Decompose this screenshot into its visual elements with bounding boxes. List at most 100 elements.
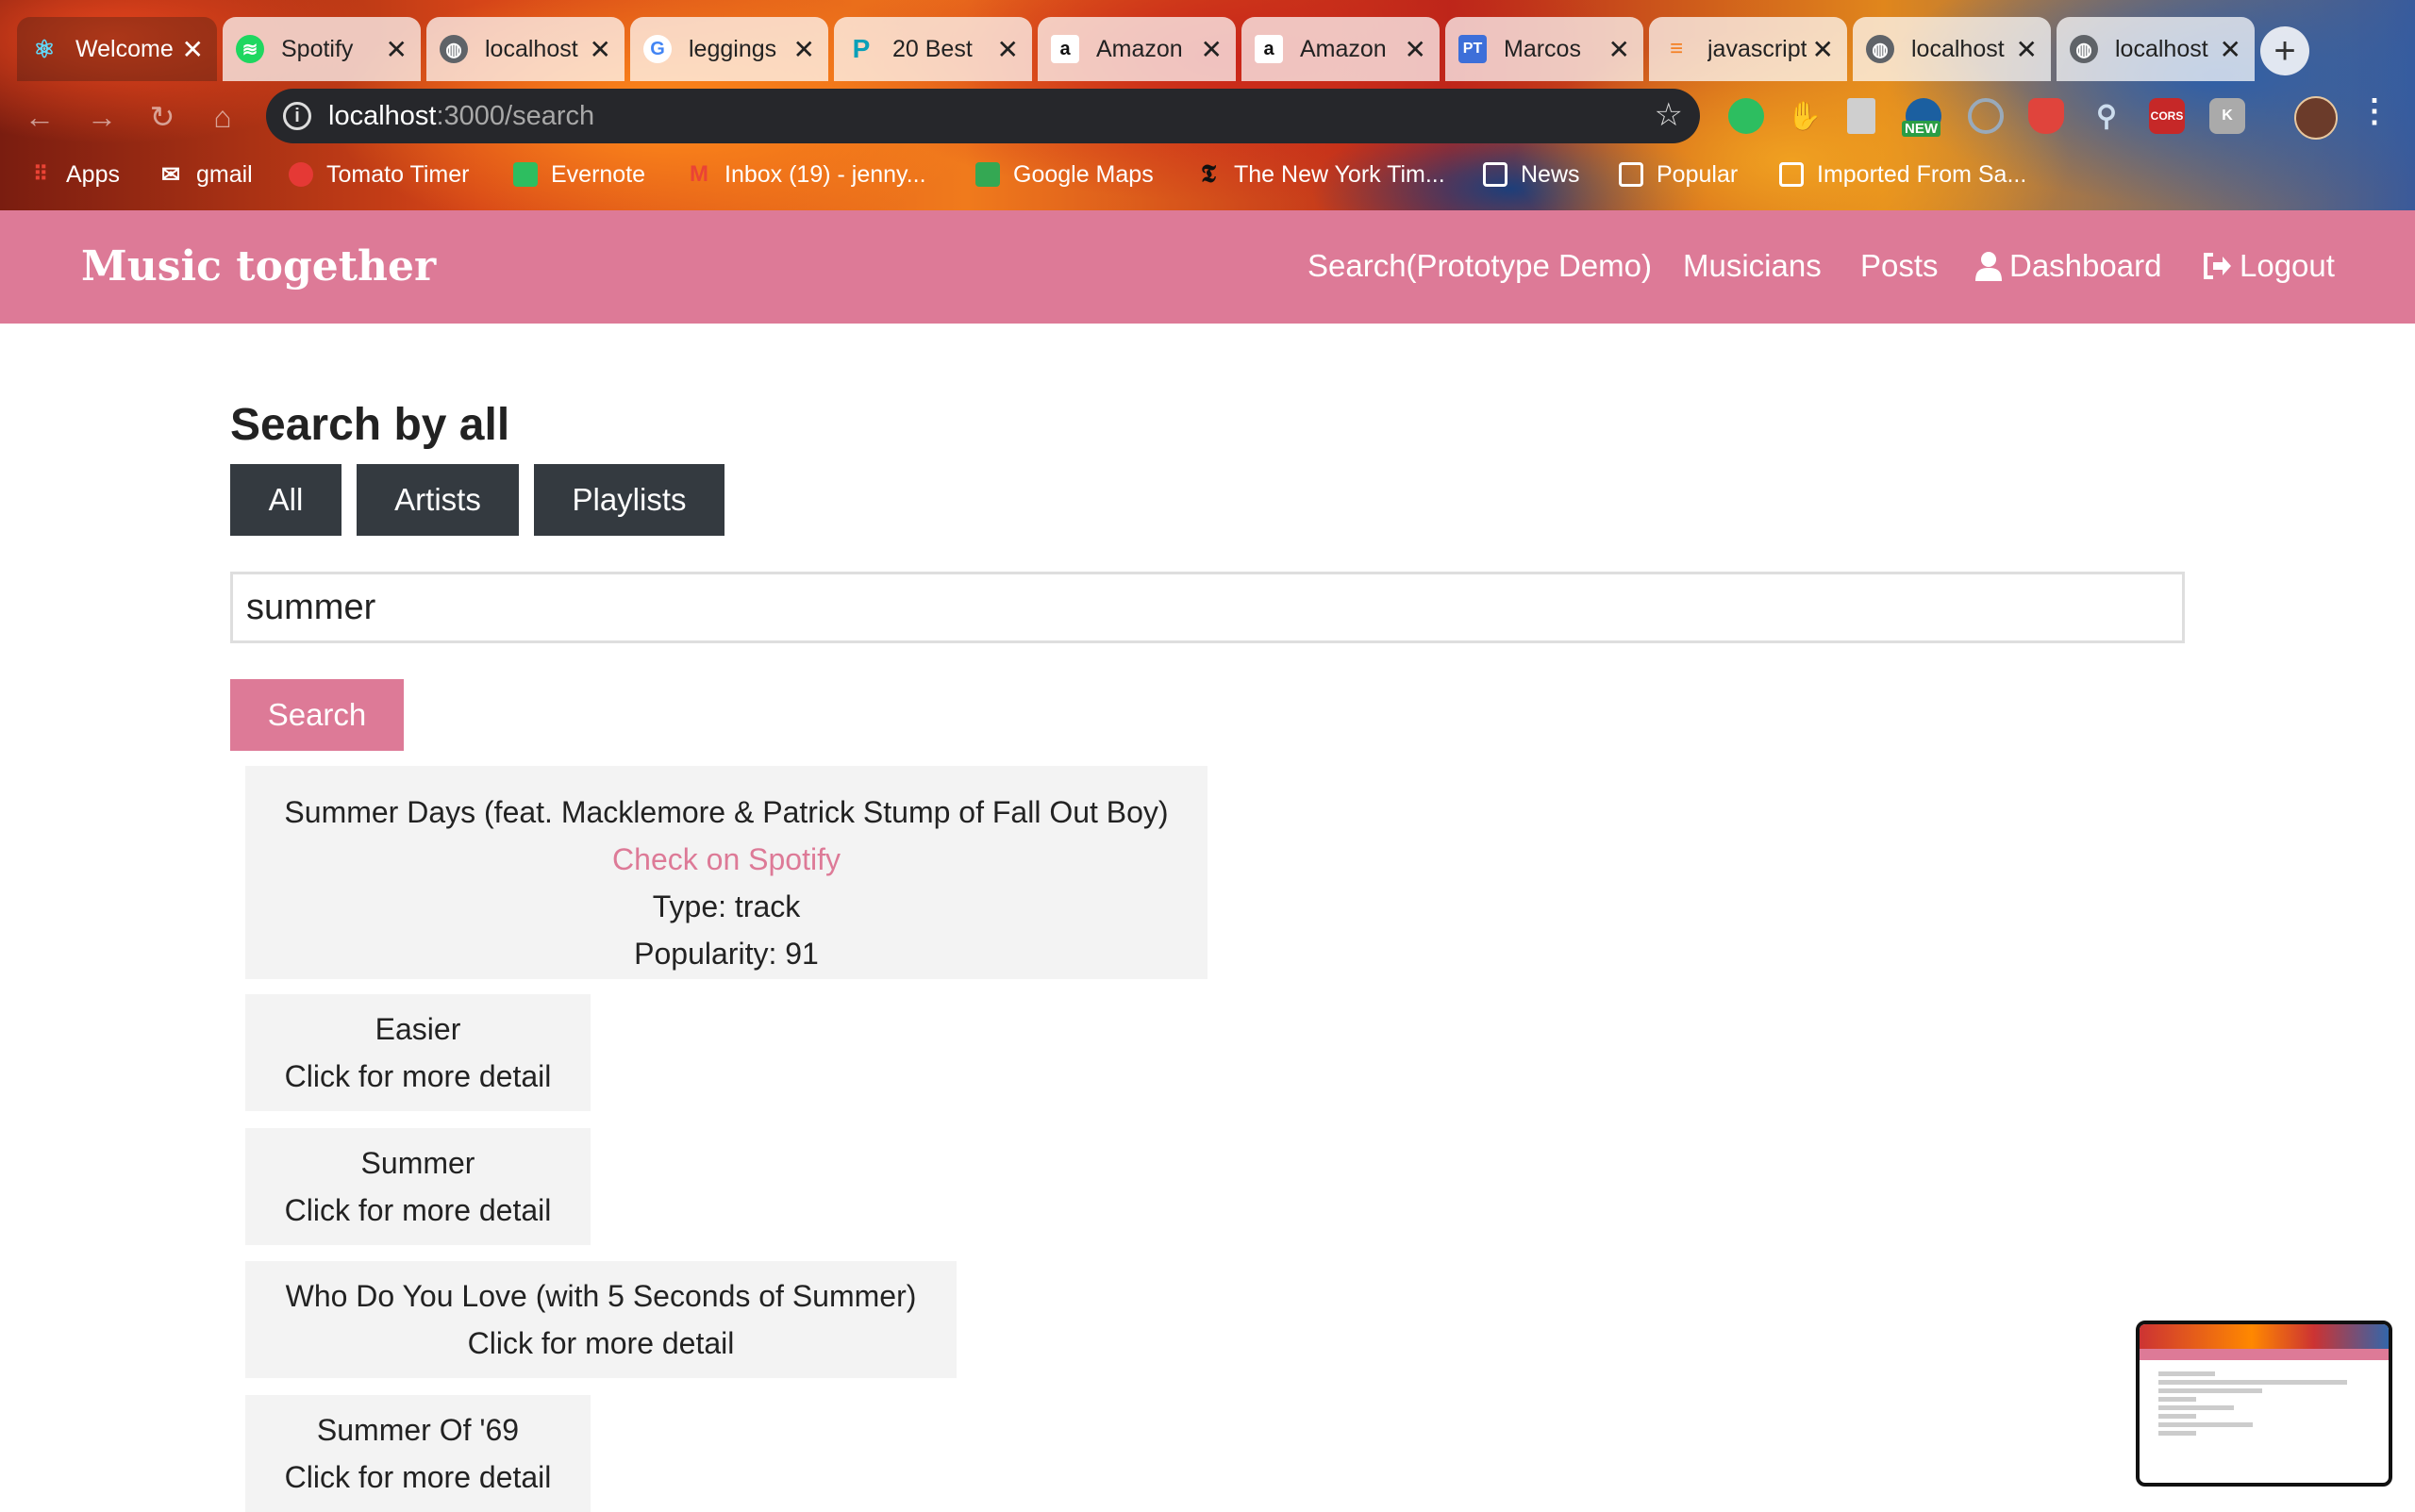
close-tab-icon[interactable]: ✕ xyxy=(2016,34,2038,65)
tab-amazon-2[interactable]: a Amazon ✕ xyxy=(1241,17,1440,81)
search-ext-icon[interactable]: ⚲ xyxy=(2089,98,2124,134)
site-navbar: Music together Search(Prototype Demo) Mu… xyxy=(0,210,2415,324)
bookmark-nyt[interactable]: 𝕿 The New York Tim... xyxy=(1196,158,1445,191)
tab-localhost[interactable]: ◍ localhost ✕ xyxy=(426,17,625,81)
more-detail-link[interactable]: Click for more detail xyxy=(245,1053,591,1100)
spotify-icon: ≋ xyxy=(236,35,264,63)
tab-leggings[interactable]: G leggings ✕ xyxy=(630,17,828,81)
bookmark-folder-imported[interactable]: Imported From Sa... xyxy=(1779,158,2026,191)
bookmark-folder-news[interactable]: News xyxy=(1483,158,1580,191)
nav-musicians[interactable]: Musicians xyxy=(1683,248,1822,284)
bookmark-google-maps[interactable]: Google Maps xyxy=(975,158,1154,191)
result-card[interactable]: Summer Of '69 Click for more detail xyxy=(245,1395,591,1512)
hand-ext-icon[interactable]: ✋ xyxy=(1787,98,1823,134)
k-ext-icon[interactable]: K xyxy=(2209,98,2245,134)
tab-title: localhost xyxy=(1911,35,2005,62)
globe-icon: ◍ xyxy=(440,35,468,63)
globe-icon: ◍ xyxy=(2070,35,2098,63)
result-card[interactable]: Summer Days (feat. Macklemore & Patrick … xyxy=(245,766,1208,979)
spotify-link[interactable]: Check on Spotify xyxy=(245,836,1208,883)
result-card[interactable]: Who Do You Love (with 5 Seconds of Summe… xyxy=(245,1261,957,1378)
screenshot-thumbnail[interactable] xyxy=(2136,1321,2392,1487)
result-title: Easier xyxy=(375,1012,461,1046)
url-text[interactable]: localhost:3000/search xyxy=(328,101,594,132)
eye-ext-icon[interactable] xyxy=(1968,98,2004,134)
bookmark-tomato-timer[interactable]: Tomato Timer xyxy=(289,158,469,191)
close-tab-icon[interactable]: ✕ xyxy=(1405,34,1426,65)
tab-title: Spotify xyxy=(281,35,354,62)
back-arrow-icon[interactable]: ← xyxy=(19,96,60,138)
react-icon: ⚛ xyxy=(33,34,56,63)
bookmark-label: Evernote xyxy=(551,160,646,188)
evernote-ext-icon[interactable] xyxy=(1728,98,1764,134)
home-icon[interactable]: ⌂ xyxy=(202,96,243,138)
search-button[interactable]: Search xyxy=(230,679,404,751)
shield-ext-icon[interactable] xyxy=(2028,98,2064,134)
bookmark-inbox[interactable]: M Inbox (19) - jenny... xyxy=(687,158,926,191)
tab-title: Amazon xyxy=(1096,35,1183,62)
tab-welcome[interactable]: ⚛ Welcome ✕ xyxy=(17,17,217,81)
forward-arrow-icon[interactable]: → xyxy=(81,96,123,138)
thumbnail-line xyxy=(2158,1422,2253,1427)
filter-artists-button[interactable]: Artists xyxy=(357,464,519,536)
bookmark-gmail[interactable]: ✉ gmail xyxy=(158,158,253,191)
reload-icon[interactable]: ↻ xyxy=(142,96,183,138)
close-tab-icon[interactable]: ✕ xyxy=(997,34,1019,65)
more-detail-link[interactable]: Click for more detail xyxy=(245,1454,591,1501)
new-tab-button[interactable]: + xyxy=(2260,26,2309,75)
new-ext-icon[interactable]: NEW xyxy=(1902,98,1941,137)
info-icon[interactable]: i xyxy=(283,102,311,130)
nav-dashboard[interactable]: Dashboard xyxy=(1975,248,2161,284)
profile-avatar[interactable] xyxy=(2294,96,2338,140)
result-title: Summer xyxy=(360,1146,475,1180)
filter-playlists-button[interactable]: Playlists xyxy=(534,464,724,536)
close-tab-icon[interactable]: ✕ xyxy=(1201,34,1223,65)
result-type: Type: track xyxy=(652,889,801,923)
google-icon: G xyxy=(643,35,672,63)
result-title: Summer Days (feat. Macklemore & Patrick … xyxy=(284,795,1169,829)
search-input[interactable] xyxy=(230,572,2185,643)
thumbnail-chrome xyxy=(2140,1324,2389,1349)
thumbnail-line xyxy=(2158,1405,2234,1410)
thumbnail-line xyxy=(2158,1371,2215,1376)
tab-20-best[interactable]: P 20 Best ✕ xyxy=(834,17,1032,81)
bookmark-evernote[interactable]: Evernote xyxy=(513,158,645,191)
close-tab-icon[interactable]: ✕ xyxy=(2220,34,2241,65)
filter-all-button[interactable]: All xyxy=(230,464,341,536)
tab-spotify[interactable]: ≋ Spotify ✕ xyxy=(223,17,421,81)
browser-menu-icon[interactable]: ⋮ xyxy=(2358,92,2390,130)
nav-posts[interactable]: Posts xyxy=(1860,248,1939,284)
more-detail-link[interactable]: Click for more detail xyxy=(245,1187,591,1234)
new-badge: NEW xyxy=(1902,121,1940,137)
folder-icon xyxy=(1779,162,1804,187)
close-tab-icon[interactable]: ✕ xyxy=(1812,34,1834,65)
gmail-icon: M xyxy=(690,161,708,187)
bookmark-folder-popular[interactable]: Popular xyxy=(1619,158,1738,191)
close-tab-icon[interactable]: ✕ xyxy=(793,34,815,65)
brand-logo[interactable]: Music together xyxy=(81,242,436,291)
result-title: Who Do You Love (with 5 Seconds of Summe… xyxy=(285,1279,917,1313)
close-tab-icon[interactable]: ✕ xyxy=(386,34,408,65)
tab-localhost-2[interactable]: ◍ localhost ✕ xyxy=(1853,17,2051,81)
address-bar[interactable]: i localhost:3000/search ☆ xyxy=(266,89,1700,143)
more-detail-link[interactable]: Click for more detail xyxy=(245,1320,957,1367)
tab-localhost-3[interactable]: ◍ localhost ✕ xyxy=(2057,17,2255,81)
bookmark-label: Google Maps xyxy=(1013,160,1154,188)
nav-logout[interactable]: Logout xyxy=(2202,248,2335,284)
nav-search[interactable]: Search(Prototype Demo) xyxy=(1307,248,1652,284)
result-card[interactable]: Easier Click for more detail xyxy=(245,994,591,1111)
bookmark-star-icon[interactable]: ☆ xyxy=(1655,96,1683,134)
bookmark-label: Apps xyxy=(66,160,120,188)
tab-title: Welcome xyxy=(75,35,174,62)
close-tab-icon[interactable]: ✕ xyxy=(182,34,204,65)
result-card[interactable]: Summer Click for more detail xyxy=(245,1128,591,1245)
close-tab-icon[interactable]: ✕ xyxy=(590,34,611,65)
bookmark-apps[interactable]: ⠿ Apps xyxy=(28,158,120,191)
cors-ext-icon[interactable]: CORS xyxy=(2149,98,2185,134)
logout-icon xyxy=(2204,253,2231,279)
doc-ext-icon[interactable] xyxy=(1847,98,1875,134)
tab-amazon[interactable]: a Amazon ✕ xyxy=(1038,17,1236,81)
tab-javascript[interactable]: ≡ javascript ✕ xyxy=(1649,17,1847,81)
close-tab-icon[interactable]: ✕ xyxy=(1608,34,1630,65)
tab-marcos[interactable]: PT Marcos ✕ xyxy=(1445,17,1643,81)
